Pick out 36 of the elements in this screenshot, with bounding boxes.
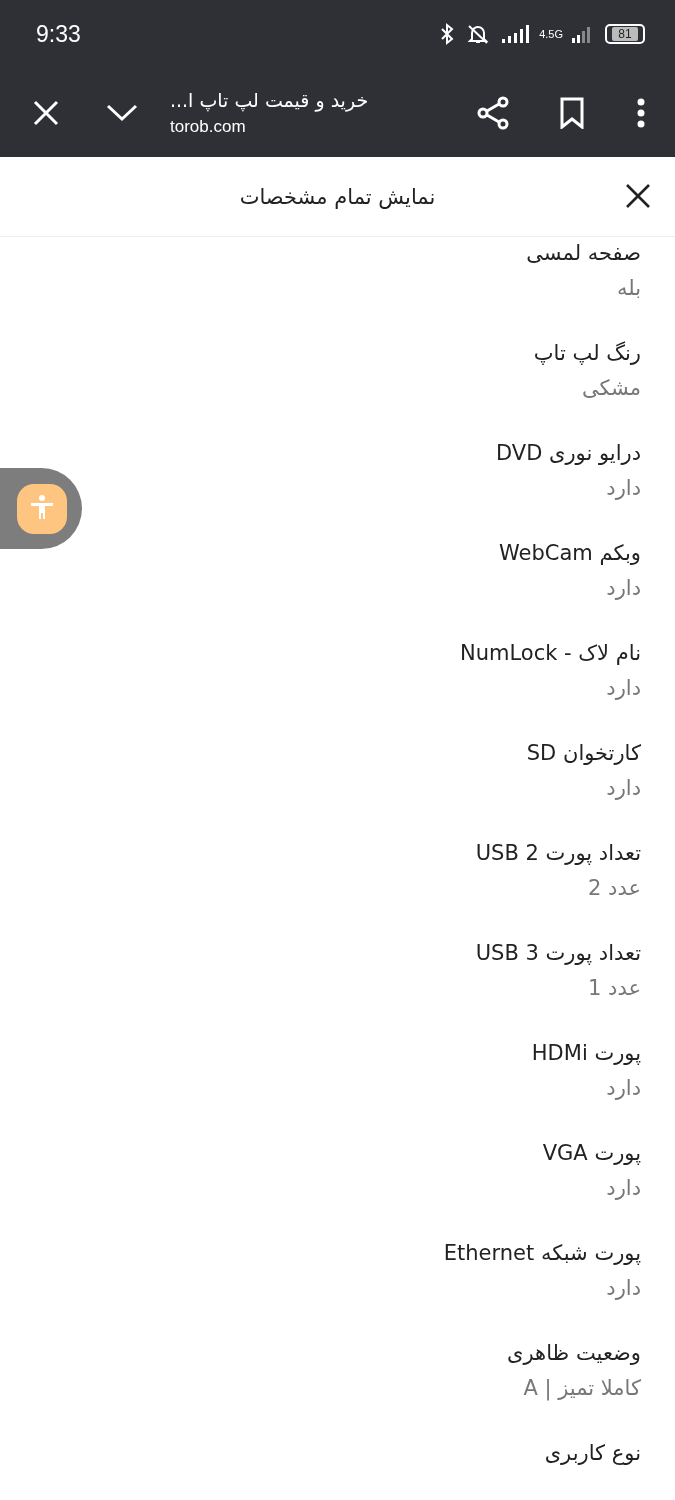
spec-value: مشکی bbox=[581, 375, 641, 402]
spec-label: پورت HDMi bbox=[531, 1040, 641, 1067]
spec-value: دارد bbox=[606, 675, 641, 702]
status-time: 9:33 bbox=[36, 20, 81, 48]
page-url: torob.com bbox=[170, 116, 246, 137]
spec-label: پورت VGA bbox=[542, 1140, 641, 1167]
spec-value: دارد bbox=[606, 1075, 641, 1102]
spec-label: کارتخوان SD bbox=[526, 740, 641, 767]
spec-label: صفحه لمسی bbox=[526, 240, 641, 267]
bluetooth-icon bbox=[439, 22, 456, 46]
spec-label: وبکم WebCam bbox=[499, 540, 641, 567]
spec-label: پورت شبکه Ethernet bbox=[443, 1240, 641, 1267]
spec-value: بله bbox=[616, 275, 641, 302]
spec-label: نوع کاربری bbox=[544, 1440, 641, 1467]
spec-label: تعداد پورت USB 3 bbox=[475, 940, 641, 967]
accessibility-icon[interactable] bbox=[16, 482, 68, 535]
spec-value: کاملا تمیز | A bbox=[523, 1375, 641, 1403]
page-title: خرید و قیمت لپ تاپ ا... bbox=[170, 88, 369, 111]
spec-value: عدد 1 bbox=[588, 975, 641, 1002]
spec-value: دارد bbox=[606, 1275, 641, 1302]
spec-label: نام لاک - NumLock bbox=[460, 640, 641, 667]
spec-value: دارد bbox=[606, 575, 641, 602]
signal-icon bbox=[571, 24, 593, 44]
spec-value: دارد bbox=[606, 475, 641, 502]
spec-label: تعداد پورت USB 2 bbox=[475, 840, 641, 867]
accessibility-tab[interactable] bbox=[0, 468, 82, 549]
spec-value: عدد 2 bbox=[588, 875, 641, 902]
signal-icon bbox=[501, 24, 532, 44]
spec-value: دارد bbox=[606, 775, 641, 802]
battery-icon: 81 bbox=[605, 24, 645, 44]
spec-label: وضعیت ظاهری bbox=[507, 1340, 641, 1367]
spec-value: دارد bbox=[606, 1175, 641, 1202]
spec-label: درایو نوری DVD bbox=[496, 440, 641, 467]
spec-label: رنگ لپ تاپ bbox=[533, 340, 641, 367]
network-type: 4.5G bbox=[539, 28, 563, 40]
sheet-title: نمایش تمام مشخصات bbox=[239, 184, 436, 209]
